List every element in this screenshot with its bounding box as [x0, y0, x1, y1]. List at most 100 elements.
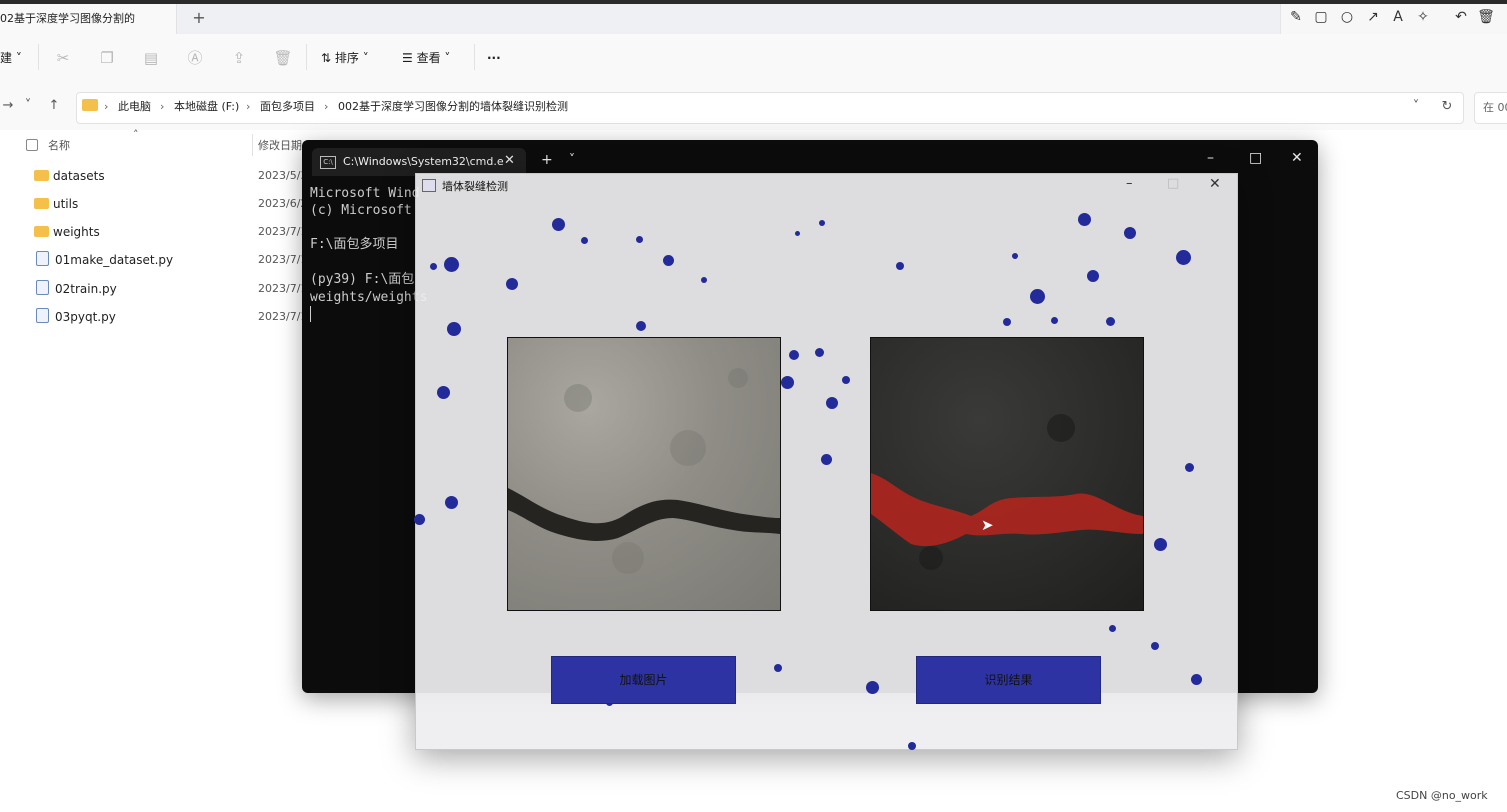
- decor-dot: [1078, 213, 1091, 226]
- explorer-tab[interactable]: 02基于深度学习图像分割的: [0, 4, 177, 34]
- minimize-icon[interactable]: –: [1207, 150, 1214, 166]
- watermark: CSDN @no_work: [1396, 789, 1488, 802]
- more-button[interactable]: ···: [487, 50, 501, 66]
- rectangle-icon[interactable]: ▢: [1312, 8, 1330, 26]
- recognize-result-button[interactable]: 识别结果: [916, 656, 1101, 704]
- folder-icon: [82, 99, 98, 111]
- breadcrumb-this-pc[interactable]: 此电脑: [118, 100, 151, 114]
- file-row[interactable]: 03pyqt.py: [34, 307, 116, 327]
- terminal-icon: C:\: [320, 156, 336, 169]
- rename-icon[interactable]: Ⓐ: [185, 48, 205, 68]
- decor-dot: [1012, 253, 1018, 259]
- search-input[interactable]: 在 00: [1474, 92, 1507, 124]
- chevron-right-icon: ›: [160, 100, 165, 113]
- cut-icon[interactable]: ✂: [53, 48, 73, 68]
- decor-dot: [437, 386, 450, 399]
- magic-wand-icon[interactable]: ✧: [1414, 8, 1432, 26]
- cmd-line: weights/weights: [310, 290, 428, 305]
- cmd-tab-title: C:\Windows\System32\cmd.e: [343, 155, 504, 168]
- decor-dot: [636, 321, 646, 331]
- trash-icon[interactable]: 🗑: [1477, 8, 1495, 26]
- close-icon[interactable]: ✕: [1291, 150, 1303, 166]
- sort-button[interactable]: ⇅ 排序 ˅: [321, 50, 369, 66]
- up-arrow-icon[interactable]: ↑: [46, 98, 62, 114]
- load-image-button[interactable]: 加载图片: [551, 656, 736, 704]
- app-close-icon[interactable]: ✕: [1209, 176, 1221, 192]
- decor-dot: [1109, 625, 1116, 632]
- app-minimize-icon[interactable]: –: [1126, 176, 1133, 191]
- file-date: 2023/5/3: [258, 169, 308, 182]
- address-dropdown-icon[interactable]: ˅: [1408, 99, 1424, 115]
- delete-icon[interactable]: 🗑: [273, 48, 293, 68]
- new-button[interactable]: 建 ˅: [0, 50, 22, 66]
- pencil-icon[interactable]: ✎: [1287, 8, 1305, 26]
- arrow-icon[interactable]: ↗: [1364, 8, 1382, 26]
- file-date: 2023/7/1: [258, 310, 308, 323]
- cmd-line: (c) Microsoft: [310, 203, 412, 218]
- file-row[interactable]: weights: [34, 222, 100, 242]
- folder-icon: [34, 198, 49, 209]
- decor-dot: [896, 262, 904, 270]
- select-all-checkbox[interactable]: [26, 139, 38, 151]
- new-tab-button[interactable]: +: [190, 8, 208, 28]
- python-file-icon: [36, 251, 49, 266]
- tab-dropdown-icon[interactable]: ˅: [569, 152, 575, 166]
- decor-dot: [1151, 642, 1159, 650]
- decor-dot: [430, 263, 437, 270]
- result-image: [870, 337, 1144, 611]
- text-icon[interactable]: A: [1389, 8, 1407, 26]
- file-row[interactable]: 02train.py: [34, 279, 117, 299]
- file-row[interactable]: datasets: [34, 166, 105, 186]
- explorer-tab-title: 02基于深度学习图像分割的: [0, 12, 135, 25]
- folder-icon: [34, 226, 49, 237]
- decor-dot: [1124, 227, 1136, 239]
- breadcrumb-drive[interactable]: 本地磁盘 (F:): [174, 100, 239, 114]
- decor-dot: [819, 220, 825, 226]
- decor-dot: [789, 350, 799, 360]
- chevron-right-icon: ›: [246, 100, 251, 113]
- circle-icon[interactable]: ○: [1338, 8, 1356, 26]
- file-row[interactable]: utils: [34, 194, 78, 214]
- decor-dot: [447, 322, 461, 336]
- undo-icon[interactable]: ↶: [1452, 8, 1470, 26]
- paste-icon[interactable]: ▤: [141, 48, 161, 68]
- chevron-right-icon: ›: [104, 100, 109, 113]
- column-name[interactable]: 名称: [48, 139, 70, 153]
- decor-dot: [781, 376, 794, 389]
- decor-dot: [663, 255, 674, 266]
- share-icon[interactable]: ⇪: [229, 48, 249, 68]
- maximize-icon[interactable]: □: [1249, 150, 1262, 166]
- decor-dot: [826, 397, 838, 409]
- recent-chevron-icon[interactable]: ˅: [20, 98, 36, 114]
- file-date: 2023/7/1: [258, 282, 308, 295]
- decor-dot: [821, 454, 832, 465]
- column-modified[interactable]: 修改日期: [258, 139, 302, 153]
- decor-dot: [581, 237, 588, 244]
- folder-icon: [34, 170, 49, 181]
- segmentation-result: [871, 414, 1143, 570]
- crack-photo: [508, 368, 780, 574]
- cmd-line: (py39) F:\面包: [310, 272, 415, 287]
- decor-dot: [1154, 538, 1167, 551]
- view-button[interactable]: ☰ 查看 ˅: [402, 50, 450, 66]
- forward-icon[interactable]: →: [0, 98, 16, 114]
- decor-dot: [1185, 463, 1194, 472]
- decor-dot: [1003, 318, 1011, 326]
- decor-dot: [842, 376, 850, 384]
- refresh-icon[interactable]: ↻: [1439, 99, 1455, 115]
- new-tab-plus-icon[interactable]: +: [541, 152, 553, 168]
- breadcrumb-projects[interactable]: 面包多项目: [260, 100, 315, 114]
- decor-dot: [1051, 317, 1058, 324]
- copy-icon[interactable]: ❐: [97, 48, 117, 68]
- python-file-icon: [36, 280, 49, 295]
- close-tab-icon[interactable]: ✕: [504, 153, 515, 168]
- file-date: 2023/7/1: [258, 253, 308, 266]
- input-image: [507, 337, 781, 611]
- decor-dot: [866, 681, 879, 694]
- file-row[interactable]: 01make_dataset.py: [34, 250, 173, 270]
- file-date: 2023/6/2: [258, 197, 308, 210]
- decor-dot: [506, 278, 518, 290]
- mouse-cursor-icon: ➤: [981, 516, 994, 534]
- breadcrumb-current[interactable]: 002基于深度学习图像分割的墙体裂缝识别检测: [338, 100, 568, 114]
- app-maximize-icon[interactable]: □: [1167, 176, 1179, 191]
